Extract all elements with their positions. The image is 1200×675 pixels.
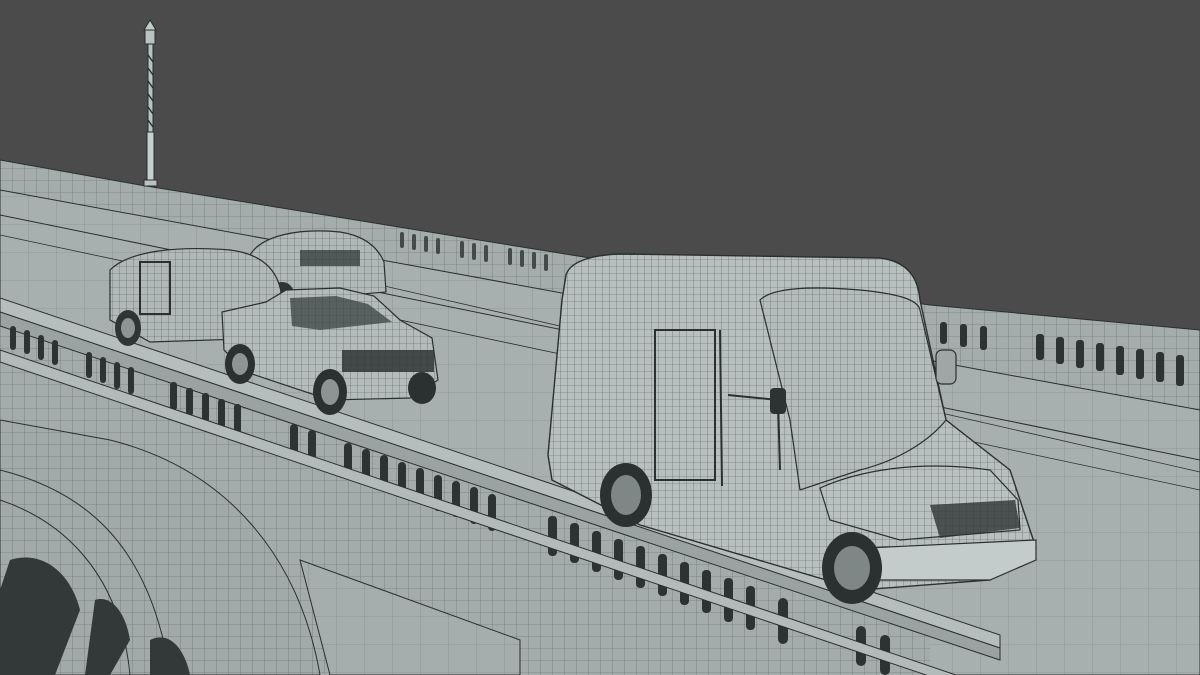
wireframe-render <box>0 0 1200 675</box>
wireframe-viewport[interactable] <box>0 0 1200 675</box>
